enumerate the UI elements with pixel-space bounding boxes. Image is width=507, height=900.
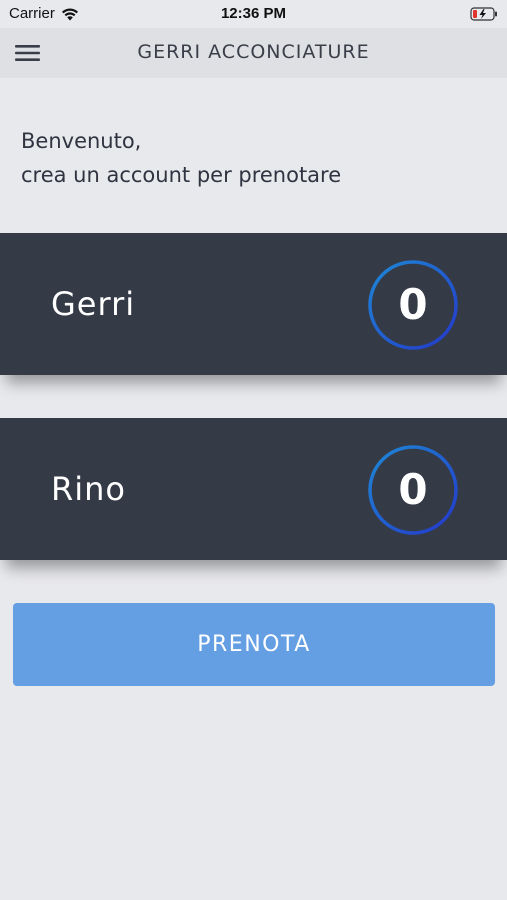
barber-card-rino[interactable]: Rino 0	[0, 418, 507, 560]
queue-count-value: 0	[398, 465, 428, 514]
queue-count-value: 0	[398, 280, 428, 329]
book-button[interactable]: PRENOTA	[13, 603, 495, 686]
barber-card-gerri[interactable]: Gerri 0	[0, 233, 507, 375]
welcome-message: Benvenuto, crea un account per prenotare	[21, 124, 341, 192]
status-bar: Carrier 12:36 PM	[0, 0, 507, 28]
navigation-bar: GERRI ACCONCIATURE	[0, 28, 507, 78]
welcome-line-1: Benvenuto,	[21, 129, 142, 153]
status-time: 12:36 PM	[220, 5, 287, 22]
page-title: GERRI ACCONCIATURE	[137, 41, 370, 63]
barber-name: Gerri	[51, 285, 136, 323]
battery-charging-icon	[470, 7, 497, 21]
barber-name: Rino	[51, 470, 126, 508]
welcome-line-2: crea un account per prenotare	[21, 163, 342, 187]
